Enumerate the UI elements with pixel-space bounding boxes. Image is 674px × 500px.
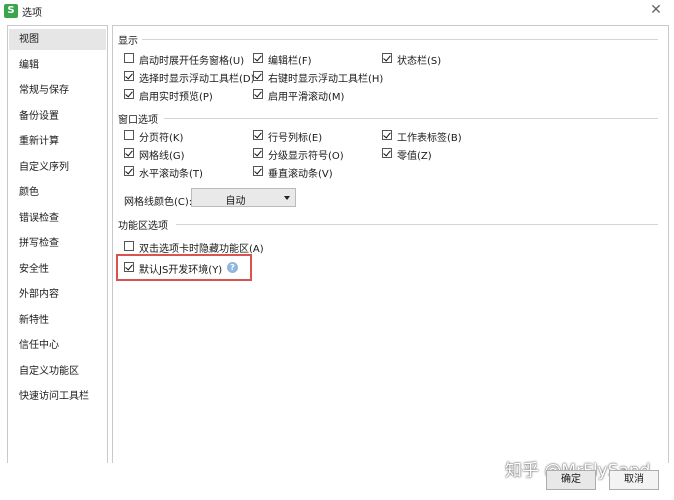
check-icon xyxy=(254,166,262,175)
sidebar-item-color[interactable]: 颜色 xyxy=(9,182,106,203)
check-icon xyxy=(254,130,262,139)
option-label: 启用平滑滚动(M) xyxy=(268,92,345,103)
sidebar-item-error-check[interactable]: 错误检查 xyxy=(9,208,106,229)
option-label: 启用实时预览(P) xyxy=(139,92,213,103)
checkbox[interactable] xyxy=(124,262,134,272)
gridline-color-select[interactable]: 自动 xyxy=(191,188,296,207)
check-icon xyxy=(383,148,391,157)
checkbox[interactable] xyxy=(124,89,134,99)
option-label: 双击选项卡时隐藏功能区(A) xyxy=(139,244,264,255)
select-value: 自动 xyxy=(225,196,246,207)
checkbox[interactable] xyxy=(124,53,134,63)
sidebar-item-edit[interactable]: 编辑 xyxy=(9,55,106,76)
sidebar-item-view[interactable]: 视图 xyxy=(9,29,106,50)
option-label: 行号列标(E) xyxy=(268,133,323,144)
check-icon xyxy=(254,71,262,80)
check-icon xyxy=(254,53,262,62)
option-label: 编辑栏(F) xyxy=(268,56,312,67)
app-logo-icon: S xyxy=(4,4,18,18)
checkbox[interactable] xyxy=(253,89,263,99)
question-circle-icon[interactable]: ? xyxy=(227,262,238,273)
checkbox[interactable] xyxy=(124,241,134,251)
checkbox[interactable] xyxy=(124,166,134,176)
sidebar-item-security[interactable]: 安全性 xyxy=(9,259,106,280)
option-label: 启动时展开任务窗格(U) xyxy=(139,56,245,67)
checkbox[interactable] xyxy=(382,148,392,158)
check-icon xyxy=(125,71,133,80)
checkbox[interactable] xyxy=(382,53,392,63)
check-icon xyxy=(383,130,391,139)
cancel-button[interactable]: 取消 xyxy=(609,470,659,490)
ok-button[interactable]: 确定 xyxy=(546,470,596,490)
option-label: 分级显示符号(O) xyxy=(268,151,344,162)
checkbox[interactable] xyxy=(253,71,263,81)
sidebar-item-custom-ribbon[interactable]: 自定义功能区 xyxy=(9,361,106,382)
option-label: 水平滚动条(T) xyxy=(139,169,203,180)
checkbox[interactable] xyxy=(253,130,263,140)
check-icon xyxy=(254,89,262,98)
option-label: 零值(Z) xyxy=(397,151,432,162)
option-label: 默认JS开发环境(Y) xyxy=(139,265,223,276)
checkbox[interactable] xyxy=(253,166,263,176)
option-label: 状态栏(S) xyxy=(397,56,442,67)
check-icon xyxy=(254,148,262,157)
option-label: 选择时显示浮动工具栏(D) xyxy=(139,74,255,85)
gridline-color-label: 网格线颜色(C): xyxy=(124,197,193,208)
window-title: 选项 xyxy=(22,8,42,19)
section-title-window: 窗口选项 xyxy=(118,115,158,126)
sidebar-item-custom-list[interactable]: 自定义序列 xyxy=(9,157,106,178)
checkbox[interactable] xyxy=(253,148,263,158)
check-icon xyxy=(125,262,133,271)
title-bar: S 选项 ✕ xyxy=(0,0,674,22)
checkbox[interactable] xyxy=(124,71,134,81)
section-divider xyxy=(164,118,658,119)
check-icon xyxy=(125,89,133,98)
section-divider xyxy=(176,224,658,225)
sidebar-item-trust-center[interactable]: 信任中心 xyxy=(9,335,106,356)
sidebar-item-backup[interactable]: 备份设置 xyxy=(9,106,106,127)
sidebar-item-external[interactable]: 外部内容 xyxy=(9,284,106,305)
sidebar-item-general[interactable]: 常规与保存 xyxy=(9,80,106,101)
close-icon[interactable]: ✕ xyxy=(648,2,664,18)
checkbox[interactable] xyxy=(124,130,134,140)
option-label: 右键时显示浮动工具栏(H) xyxy=(268,74,384,85)
chevron-down-icon xyxy=(284,196,290,200)
checkbox[interactable] xyxy=(382,130,392,140)
section-title-ribbon: 功能区选项 xyxy=(118,221,168,232)
option-label: 网格线(G) xyxy=(139,151,185,162)
sidebar-item-recalc[interactable]: 重新计算 xyxy=(9,131,106,152)
sidebar-item-quick-access[interactable]: 快速访问工具栏 xyxy=(9,386,106,407)
option-label: 工作表标签(B) xyxy=(397,133,462,144)
checkbox[interactable] xyxy=(253,53,263,63)
section-divider xyxy=(142,39,658,40)
option-label: 分页符(K) xyxy=(139,133,184,144)
option-label: 垂直滚动条(V) xyxy=(268,169,333,180)
check-icon xyxy=(383,53,391,62)
check-icon xyxy=(125,148,133,157)
options-sidebar: 视图 编辑 常规与保存 备份设置 重新计算 自定义序列 颜色 错误检查 拼写检查… xyxy=(7,25,108,464)
checkbox[interactable] xyxy=(124,148,134,158)
check-icon xyxy=(125,166,133,175)
sidebar-item-new-features[interactable]: 新特性 xyxy=(9,310,106,331)
section-title-display: 显示 xyxy=(118,36,138,47)
sidebar-item-spell-check[interactable]: 拼写检查 xyxy=(9,233,106,254)
